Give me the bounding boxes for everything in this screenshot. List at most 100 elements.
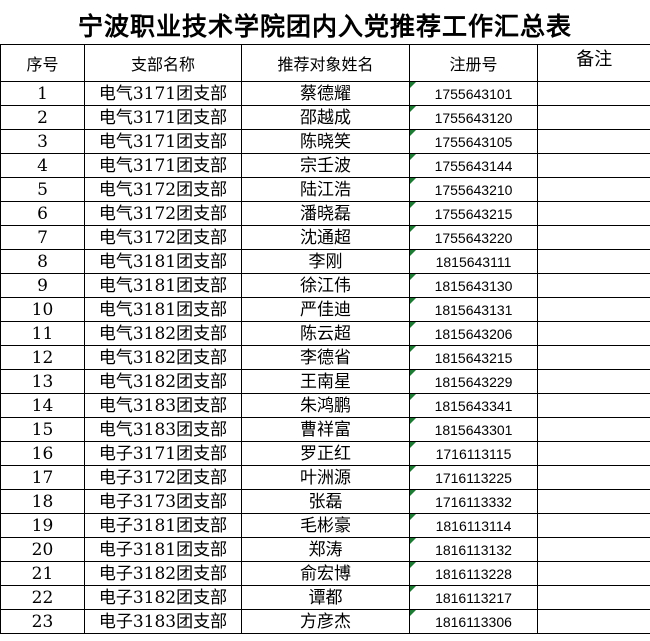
cell-branch[interactable]: 电子3171团支部 — [84, 441, 242, 466]
cell-seq[interactable]: 12 — [0, 345, 85, 370]
cell-name[interactable]: 徐江伟 — [241, 273, 410, 298]
cell-reg[interactable]: 1815643301 — [409, 417, 538, 442]
cell-reg[interactable]: 1755643105 — [409, 129, 538, 154]
cell-note[interactable] — [537, 249, 650, 274]
cell-note[interactable] — [537, 153, 650, 178]
cell-note[interactable] — [537, 369, 650, 394]
cell-seq[interactable]: 18 — [0, 489, 85, 514]
cell-branch[interactable]: 电气3172团支部 — [84, 201, 242, 226]
cell-reg[interactable]: 1816113228 — [409, 561, 538, 586]
cell-seq[interactable]: 7 — [0, 225, 85, 250]
cell-name[interactable]: 宗壬波 — [241, 153, 410, 178]
cell-note[interactable] — [537, 105, 650, 130]
cell-note[interactable] — [537, 417, 650, 442]
cell-reg[interactable]: 1755643210 — [409, 177, 538, 202]
cell-seq[interactable]: 8 — [0, 249, 85, 274]
cell-name[interactable]: 方彦杰 — [241, 609, 410, 634]
cell-branch[interactable]: 电气3171团支部 — [84, 153, 242, 178]
cell-note[interactable] — [537, 201, 650, 226]
cell-reg[interactable]: 1815643206 — [409, 321, 538, 346]
cell-note[interactable] — [537, 273, 650, 298]
cell-reg[interactable]: 1815643111 — [409, 249, 538, 274]
cell-name[interactable]: 陈晓笑 — [241, 129, 410, 154]
cell-branch[interactable]: 电子3182团支部 — [84, 561, 242, 586]
column-header-note[interactable]: 备注 — [537, 44, 650, 82]
cell-reg[interactable]: 1755643120 — [409, 105, 538, 130]
cell-branch[interactable]: 电子3181团支部 — [84, 537, 242, 562]
cell-note[interactable] — [537, 393, 650, 418]
cell-name[interactable]: 陆江浩 — [241, 177, 410, 202]
cell-note[interactable] — [537, 81, 650, 106]
cell-branch[interactable]: 电子3181团支部 — [84, 513, 242, 538]
cell-branch[interactable]: 电气3171团支部 — [84, 105, 242, 130]
cell-branch[interactable]: 电气3171团支部 — [84, 81, 242, 106]
cell-name[interactable]: 郑涛 — [241, 537, 410, 562]
cell-note[interactable] — [537, 297, 650, 322]
cell-note[interactable] — [537, 129, 650, 154]
cell-reg[interactable]: 1755643144 — [409, 153, 538, 178]
column-header-branch[interactable]: 支部名称 — [84, 44, 242, 82]
cell-seq[interactable]: 17 — [0, 465, 85, 490]
cell-note[interactable] — [537, 537, 650, 562]
cell-reg[interactable]: 1816113114 — [409, 513, 538, 538]
cell-seq[interactable]: 15 — [0, 417, 85, 442]
cell-name[interactable]: 潘晓磊 — [241, 201, 410, 226]
cell-note[interactable] — [537, 345, 650, 370]
cell-reg[interactable]: 1816113217 — [409, 585, 538, 610]
column-header-reg[interactable]: 注册号 — [409, 44, 538, 82]
cell-name[interactable]: 陈云超 — [241, 321, 410, 346]
cell-seq[interactable]: 10 — [0, 297, 85, 322]
cell-branch[interactable]: 电气3172团支部 — [84, 225, 242, 250]
cell-name[interactable]: 邵越成 — [241, 105, 410, 130]
cell-reg[interactable]: 1816113132 — [409, 537, 538, 562]
cell-name[interactable]: 叶洲源 — [241, 465, 410, 490]
cell-note[interactable] — [537, 321, 650, 346]
cell-reg[interactable]: 1815643130 — [409, 273, 538, 298]
cell-branch[interactable]: 电气3181团支部 — [84, 273, 242, 298]
cell-reg[interactable]: 1815643215 — [409, 345, 538, 370]
cell-note[interactable] — [537, 561, 650, 586]
cell-reg[interactable]: 1716113225 — [409, 465, 538, 490]
cell-name[interactable]: 张磊 — [241, 489, 410, 514]
cell-branch[interactable]: 电气3172团支部 — [84, 177, 242, 202]
cell-seq[interactable]: 20 — [0, 537, 85, 562]
cell-seq[interactable]: 16 — [0, 441, 85, 466]
cell-name[interactable]: 罗正红 — [241, 441, 410, 466]
cell-reg[interactable]: 1815643229 — [409, 369, 538, 394]
cell-seq[interactable]: 6 — [0, 201, 85, 226]
cell-seq[interactable]: 11 — [0, 321, 85, 346]
cell-reg[interactable]: 1815643341 — [409, 393, 538, 418]
cell-name[interactable]: 朱鸿鹏 — [241, 393, 410, 418]
cell-note[interactable] — [537, 441, 650, 466]
cell-note[interactable] — [537, 177, 650, 202]
cell-branch[interactable]: 电气3183团支部 — [84, 393, 242, 418]
cell-seq[interactable]: 4 — [0, 153, 85, 178]
cell-branch[interactable]: 电子3182团支部 — [84, 585, 242, 610]
cell-seq[interactable]: 21 — [0, 561, 85, 586]
cell-name[interactable]: 谭都 — [241, 585, 410, 610]
cell-reg[interactable]: 1716113115 — [409, 441, 538, 466]
cell-branch[interactable]: 电子3183团支部 — [84, 609, 242, 634]
cell-branch[interactable]: 电子3173团支部 — [84, 489, 242, 514]
cell-reg[interactable]: 1716113332 — [409, 489, 538, 514]
column-header-seq[interactable]: 序号 — [0, 44, 85, 82]
cell-note[interactable] — [537, 513, 650, 538]
cell-seq[interactable]: 13 — [0, 369, 85, 394]
cell-reg[interactable]: 1816113306 — [409, 609, 538, 634]
cell-note[interactable] — [537, 609, 650, 634]
cell-seq[interactable]: 19 — [0, 513, 85, 538]
cell-name[interactable]: 王南星 — [241, 369, 410, 394]
cell-seq[interactable]: 1 — [0, 81, 85, 106]
cell-reg[interactable]: 1815643131 — [409, 297, 538, 322]
cell-branch[interactable]: 电气3183团支部 — [84, 417, 242, 442]
cell-branch[interactable]: 电气3181团支部 — [84, 249, 242, 274]
cell-branch[interactable]: 电气3182团支部 — [84, 321, 242, 346]
cell-seq[interactable]: 9 — [0, 273, 85, 298]
cell-name[interactable]: 蔡德耀 — [241, 81, 410, 106]
cell-name[interactable]: 严佳迪 — [241, 297, 410, 322]
cell-seq[interactable]: 3 — [0, 129, 85, 154]
cell-name[interactable]: 曹祥富 — [241, 417, 410, 442]
cell-seq[interactable]: 2 — [0, 105, 85, 130]
cell-note[interactable] — [537, 489, 650, 514]
cell-seq[interactable]: 5 — [0, 177, 85, 202]
